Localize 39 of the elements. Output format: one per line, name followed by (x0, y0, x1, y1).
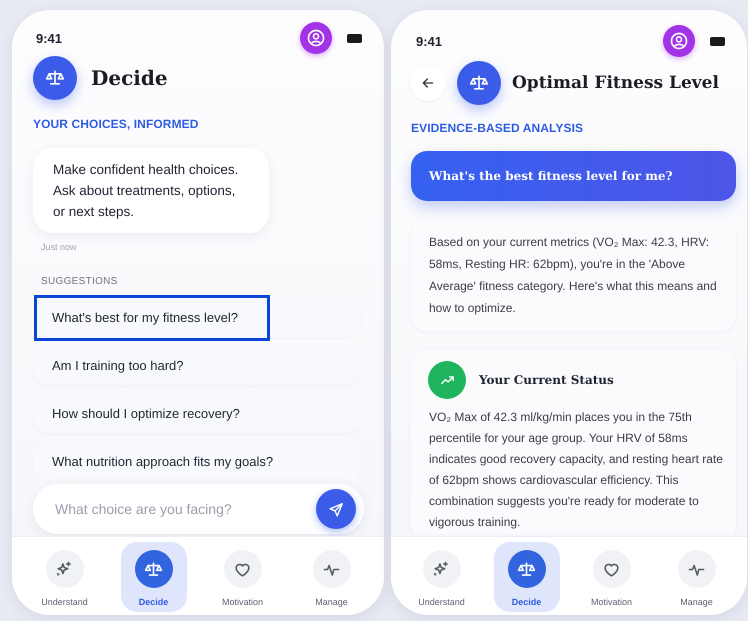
input-bar[interactable]: What choice are you facing? (33, 484, 364, 534)
nav-tab[interactable]: Decide (494, 542, 560, 612)
battery-icon (347, 34, 362, 42)
question-banner: What's the best fitness level for me? (411, 151, 736, 201)
suggestion-chip[interactable]: What nutrition approach fits my goals? (33, 441, 362, 478)
section-text: VO₂ Max of 42.3 ml/kg/min places you in the 75th percentile for your age group. Your HRV of 58ms indicates good recovery capacity, and resting heart rate of 62bpm shows cardiovascular efficiency. This combination suggests you're ready for moderate to vigorous training. (429, 409, 724, 531)
nav-tab[interactable]: Manage (298, 542, 364, 612)
back-button[interactable] (410, 65, 446, 101)
screen-subtitle: EVIDENCE-BASED ANALYSIS (410, 120, 584, 135)
chat-message: Make confident health choices. Ask about treatments, options, or next steps. (33, 148, 269, 233)
send-button[interactable] (316, 489, 356, 529)
sparkle-icon (432, 560, 451, 578)
profile-icon (306, 28, 326, 48)
message-time: Just now (41, 242, 77, 252)
answer-card: Based on your current metrics (VO₂ Max: 42.3, HRV: 58ms, Resting HR: 62bpm), you're in the 'Above Average' fitness category. Here's what this means and how to optimize. (411, 219, 736, 331)
screen-title: Decide (91, 66, 168, 90)
suggestion-chip[interactable]: Am I training too hard? (33, 345, 362, 385)
suggestions-heading: SUGGESTIONS (41, 276, 118, 287)
nav-tab[interactable]: Understand (32, 542, 98, 612)
status-time: 9:41 (36, 30, 62, 46)
message-field[interactable]: What choice are you facing? (53, 500, 316, 518)
section-title: Your Current Status (479, 373, 614, 387)
profile-button[interactable] (300, 22, 332, 54)
nav-tab[interactable]: Motivation (210, 542, 276, 612)
scale-icon (517, 560, 536, 578)
scale-icon (144, 560, 163, 578)
screen-title: Optimal Fitness Level (512, 73, 719, 93)
nav-tab[interactable]: Decide (120, 542, 186, 612)
screen-subtitle: YOUR CHOICES, INFORMED (32, 116, 200, 131)
status-time: 9:41 (416, 34, 442, 48)
nav-tab[interactable]: Motivation (578, 542, 644, 612)
profile-icon (669, 31, 689, 51)
send-icon (328, 500, 344, 518)
battery-icon (710, 36, 725, 46)
nav-tab[interactable]: Manage (664, 542, 730, 612)
sparkle-icon (55, 560, 74, 578)
suggestion-chip[interactable]: How should I optimize recovery? (33, 393, 362, 433)
profile-button[interactable] (663, 25, 695, 57)
nav-tab[interactable]: Understand (408, 542, 474, 612)
